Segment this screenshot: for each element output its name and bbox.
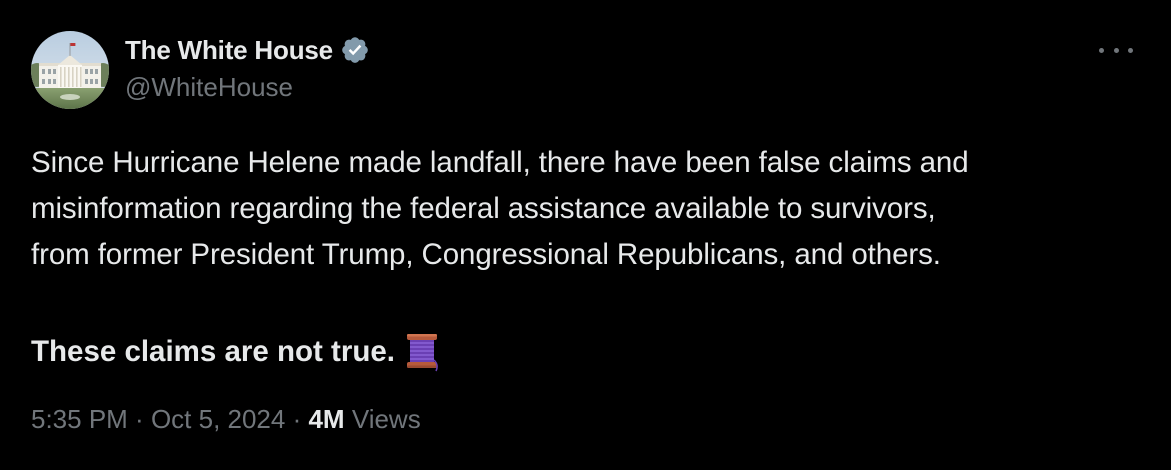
tweet-emphasis-text: These claims are not true. <box>31 335 395 368</box>
dot <box>1099 47 1104 53</box>
tweet-meta: 5:35 PM · Oct 5, 2024 · 4M Views <box>31 404 421 435</box>
views-count[interactable]: 4M <box>308 404 344 435</box>
handle[interactable]: @WhiteHouse <box>125 72 370 103</box>
tweet-time[interactable]: 5:35 PM <box>31 404 128 435</box>
views-label: Views <box>344 404 421 434</box>
meta-separator: · <box>127 404 151 434</box>
tweet-date[interactable]: Oct 5, 2024 <box>151 404 285 435</box>
verified-badge-icon[interactable] <box>340 35 370 65</box>
author-block: The White House @WhiteHouse <box>125 32 370 103</box>
tweet-text-line: misinformation regarding the federal ass… <box>31 192 936 225</box>
tweet-emphasis-line: These claims are not true. <box>31 329 439 375</box>
dot <box>1128 47 1133 53</box>
more-options-icon[interactable] <box>1099 40 1133 60</box>
white-house-avatar-image <box>31 31 109 109</box>
meta-separator: · <box>285 404 309 434</box>
tweet-text-line: Since Hurricane Helene made landfall, th… <box>31 146 969 179</box>
name-row: The White House <box>125 32 370 68</box>
display-name[interactable]: The White House <box>125 35 333 66</box>
spool-of-thread-icon <box>405 331 439 373</box>
tweet-text-line: from former President Trump, Congression… <box>31 238 941 271</box>
tweet-text: Since Hurricane Helene made landfall, th… <box>31 140 1141 278</box>
avatar[interactable] <box>31 31 109 109</box>
dot <box>1113 47 1119 53</box>
tweet-card: The White House @WhiteHouse Since Hurric… <box>0 0 1171 470</box>
